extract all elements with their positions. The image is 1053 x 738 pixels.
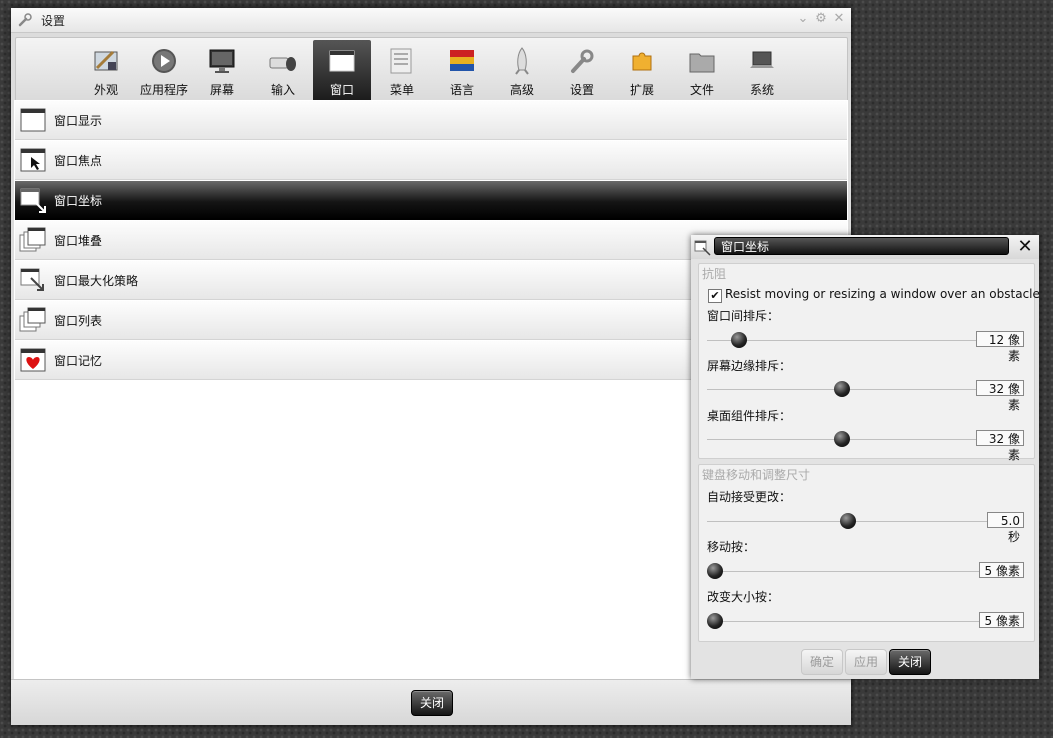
window-icon (329, 50, 355, 72)
window-list-icon (19, 307, 46, 332)
window-titlebar[interactable]: 设置 ⌄ ⚙ ✕ (11, 8, 851, 33)
extensions-icon (632, 52, 652, 71)
group-title: 键盘移动和调整尺寸 (702, 468, 811, 482)
window-geometry-icon (694, 240, 711, 256)
list-item-label: 窗口焦点 (54, 154, 103, 168)
window-resist-slider[interactable] (707, 340, 977, 341)
resize-step-slider[interactable] (707, 621, 979, 622)
tab-label: 外观 (93, 83, 118, 97)
close-button[interactable]: 关闭 (411, 690, 453, 716)
dialog-titlebar[interactable]: 窗口坐标 ✕ (691, 235, 1039, 259)
slider-knob[interactable] (707, 563, 723, 579)
list-item-label: 窗口记忆 (54, 354, 103, 368)
slider-knob[interactable] (731, 332, 748, 348)
window-display-icon (20, 108, 46, 132)
auto-accept-value[interactable]: 5.0 秒 (987, 512, 1024, 544)
tab-system[interactable]: 系统 (733, 40, 791, 102)
files-icon (689, 53, 715, 73)
tab-label: 扩展 (629, 83, 654, 97)
slider-label: 移动按： (707, 540, 756, 554)
tab-label: 应用程序 (139, 83, 188, 97)
resize-step-value[interactable]: 5 像素 (979, 612, 1024, 628)
tab-extensions[interactable]: 扩展 (613, 40, 671, 102)
screen-icon (209, 49, 235, 73)
slider-label: 桌面组件排斥： (707, 409, 792, 423)
system-icon (750, 51, 774, 68)
tab-label: 输入 (270, 83, 295, 97)
tab-label: 语言 (449, 83, 474, 97)
tab-settings[interactable]: 设置 (553, 40, 611, 102)
tab-screen[interactable]: 屏幕 (193, 40, 251, 102)
slider-label: 自动接受更改： (707, 490, 792, 504)
window-geometry-icon (20, 188, 46, 213)
tab-language[interactable]: 语言 (433, 40, 491, 102)
window-stacking-icon (19, 227, 46, 252)
window-geometry-dialog: 窗口坐标 ✕ 抗阻 ✔ Resist moving or resizing a … (691, 235, 1040, 679)
slider-label: 改变大小按： (707, 590, 780, 604)
tab-advanced[interactable]: 高级 (493, 40, 551, 102)
resist-group: 抗阻 ✔ Resist moving or resizing a window … (698, 263, 1040, 462)
tab-label: 窗口 (329, 83, 354, 97)
tab-appearance[interactable]: 外观 (77, 40, 135, 102)
list-item-window-display[interactable]: 窗口显示 (15, 101, 847, 140)
applications-icon (152, 49, 176, 73)
advanced-icon (515, 47, 529, 75)
slider-knob[interactable] (834, 431, 850, 447)
resist-checkbox-label: Resist moving or resizing a window over … (725, 287, 1040, 301)
tab-label: 屏幕 (209, 83, 234, 97)
window-focus-icon (20, 148, 46, 172)
settings-icon (571, 49, 594, 73)
move-step-slider[interactable] (707, 571, 979, 572)
tab-menu[interactable]: 菜单 (373, 40, 431, 102)
list-item-label: 窗口列表 (54, 314, 103, 328)
wrench-icon (18, 13, 32, 27)
slider-knob[interactable] (707, 613, 723, 629)
ok-button[interactable]: 确定 (801, 649, 843, 675)
appearance-icon (94, 50, 118, 71)
screen-edge-resist-value[interactable]: 32 像素 (976, 380, 1024, 412)
tab-label: 高级 (509, 83, 534, 97)
tab-label: 设置 (569, 83, 594, 97)
tab-label: 系统 (749, 83, 774, 97)
maximize-icon[interactable]: ⚙ (813, 11, 829, 27)
list-item-window-focus[interactable]: 窗口焦点 (15, 141, 847, 180)
window-resist-value[interactable]: 12 像素 (976, 331, 1024, 363)
input-icon (269, 57, 296, 71)
apply-button[interactable]: 应用 (845, 649, 887, 675)
move-step-value[interactable]: 5 像素 (979, 562, 1024, 578)
group-title: 抗阻 (702, 267, 727, 281)
tab-label: 文件 (689, 83, 714, 97)
tab-label: 菜单 (389, 83, 414, 97)
menu-icon (390, 48, 412, 74)
window-title: 设置 (41, 14, 66, 28)
category-toolbar: 外观 应用程序 屏幕 输入 窗口 菜单 语言 高级 设置 扩展 文件 系统 (15, 37, 848, 105)
window-remember-icon (20, 348, 46, 372)
tab-window[interactable]: 窗口 (313, 40, 371, 102)
resist-checkbox[interactable]: ✔ (708, 289, 722, 303)
list-item-label: 窗口坐标 (54, 194, 103, 208)
slider-label: 窗口间排斥： (707, 309, 780, 323)
list-item-label: 窗口最大化策略 (54, 274, 139, 288)
language-icon (450, 50, 474, 71)
close-icon[interactable]: ✕ (831, 11, 847, 27)
minimize-icon[interactable]: ⌄ (795, 11, 811, 27)
list-item-window-geometry[interactable]: 窗口坐标 (15, 181, 847, 220)
list-item-label: 窗口堆叠 (54, 234, 103, 248)
close-icon[interactable]: ✕ (1015, 237, 1035, 257)
tab-applications[interactable]: 应用程序 (133, 40, 195, 102)
slider-label: 屏幕边缘排斥： (707, 359, 792, 373)
list-item-label: 窗口显示 (54, 114, 103, 128)
slider-knob[interactable] (840, 513, 856, 529)
slider-knob[interactable] (834, 381, 850, 397)
gadget-resist-value[interactable]: 32 像素 (976, 430, 1024, 462)
tab-files[interactable]: 文件 (673, 40, 731, 102)
bottom-bar: 关闭 (11, 679, 851, 725)
tab-input[interactable]: 输入 (254, 40, 312, 102)
dialog-title: 窗口坐标 (714, 237, 1009, 255)
keyboard-move-group: 键盘移动和调整尺寸 自动接受更改： 5.0 秒 移动按： 5 像素 改变大小按：… (698, 464, 1035, 642)
window-maximize-icon (20, 268, 44, 291)
dialog-close-button[interactable]: 关闭 (889, 649, 931, 675)
